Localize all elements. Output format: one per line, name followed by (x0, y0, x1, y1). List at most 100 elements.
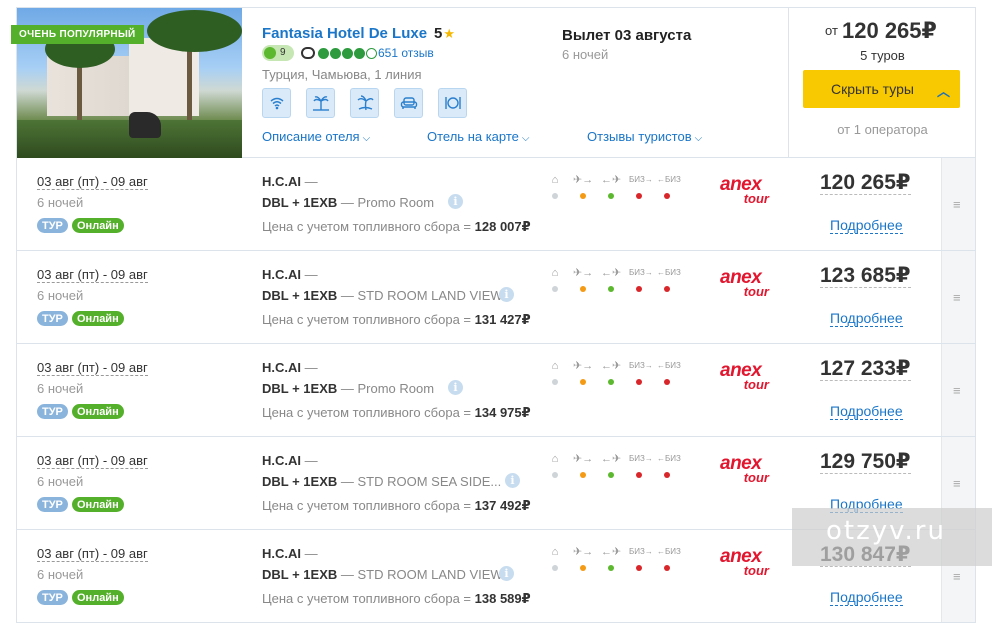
business-there-icon: БИЗ→ (629, 452, 653, 478)
business-back-icon: ←БИЗ (657, 545, 681, 571)
star-icon: ★ (443, 26, 455, 41)
reviews-link[interactable]: 651 отзыв (378, 46, 434, 60)
beach-icon[interactable] (306, 88, 335, 118)
business-back-icon: ←БИЗ (657, 266, 681, 292)
meal-plan: H.C.AI — (262, 546, 318, 561)
home-icon: ⌂ (545, 452, 565, 478)
menu-icon: ≡ (953, 290, 961, 305)
details-link[interactable]: Подробнее (830, 404, 903, 420)
tour-badge: ТУР (37, 590, 68, 605)
fuel-price: Цена с учетом топливного сбора = 134 975… (262, 405, 531, 420)
tour-dates[interactable]: 03 авг (пт) - 09 авг (37, 174, 148, 190)
tour-price[interactable]: 127 233₽ (820, 357, 911, 381)
fuel-price: Цена с учетом топливного сбора = 137 492… (262, 498, 531, 513)
tour-dates[interactable]: 03 авг (пт) - 09 авг (37, 360, 148, 376)
tour-price[interactable]: 129 750₽ (820, 450, 911, 474)
flight-back-icon: ←✈ (601, 173, 621, 199)
online-badge: Онлайн (72, 590, 124, 605)
online-badge: Онлайн (72, 218, 124, 233)
business-there-icon: БИЗ→ (629, 359, 653, 385)
online-badge: Онлайн (72, 497, 124, 512)
room-type: DBL + 1EXB — STD ROOM SEA SIDE... (262, 474, 502, 489)
tours-count: 5 туров (860, 48, 905, 63)
flight-there-icon: ✈→ (573, 545, 593, 571)
operator-logo: anex tour (720, 174, 769, 206)
menu-icon: ≡ (953, 476, 961, 491)
menu-icon: ≡ (953, 383, 961, 398)
operator-logo: anex tour (720, 453, 769, 485)
business-there-icon: БИЗ→ (629, 266, 653, 292)
flight-there-icon: ✈→ (573, 173, 593, 199)
hotel-map-link[interactable]: Отель на карте ⌵ (427, 129, 530, 144)
flight-back-icon: ←✈ (601, 266, 621, 292)
tour-price[interactable]: 120 265₽ (820, 171, 911, 195)
room-type: DBL + 1EXB — STD ROOM LAND VIEW (262, 288, 503, 303)
home-icon: ⌂ (545, 359, 565, 385)
info-icon[interactable]: i (448, 194, 463, 209)
row-menu-handle[interactable]: ≡ (941, 344, 975, 436)
meal-plan: H.C.AI — (262, 174, 318, 189)
business-back-icon: ←БИЗ (657, 173, 681, 199)
business-there-icon: БИЗ→ (629, 545, 653, 571)
hotel-location: Турция, Чамьюва, 1 линия (262, 67, 422, 82)
room-type: DBL + 1EXB — Promo Room (262, 195, 435, 210)
flight-there-icon: ✈→ (573, 452, 593, 478)
tour-nights: 6 ночей (37, 381, 84, 396)
hotel-name-link[interactable]: Fantasia Hotel De Luxe (262, 25, 427, 42)
departure-date: Вылет 03 августа (562, 27, 692, 44)
tour-badge: ТУР (37, 311, 68, 326)
chevron-down-icon: ⌵ (521, 133, 530, 144)
meal-plan: H.C.AI — (262, 267, 318, 282)
palm-icon[interactable] (350, 88, 379, 118)
home-icon: ⌂ (545, 173, 565, 199)
rating-badge[interactable]: 9 (262, 45, 294, 61)
tour-nights: 6 ночей (37, 567, 84, 582)
armchair-icon[interactable] (394, 88, 423, 118)
room-type: DBL + 1EXB — STD ROOM LAND VIEW (262, 567, 503, 582)
online-badge: Онлайн (72, 311, 124, 326)
price-from-label: от (825, 23, 838, 38)
tour-dates[interactable]: 03 авг (пт) - 09 авг (37, 267, 148, 283)
info-icon[interactable]: i (499, 287, 514, 302)
restaurant-icon[interactable] (438, 88, 467, 118)
tourist-reviews-link[interactable]: Отзывы туристов ⌵ (587, 129, 702, 144)
operator-logo: anex tour (720, 546, 769, 578)
meal-plan: H.C.AI — (262, 360, 318, 375)
details-link[interactable]: Подробнее (830, 311, 903, 327)
horse-statue (129, 112, 161, 138)
tour-dates[interactable]: 03 авг (пт) - 09 авг (37, 453, 148, 469)
online-badge: Онлайн (72, 404, 124, 419)
row-menu-handle[interactable]: ≡ (941, 251, 975, 343)
flight-back-icon: ←✈ (601, 452, 621, 478)
wifi-icon[interactable] (262, 88, 291, 118)
smile-icon (264, 47, 276, 59)
details-link[interactable]: Подробнее (830, 218, 903, 234)
min-price: 120 265₽ (842, 18, 937, 43)
price-summary: от 120 265₽ 5 туров Скрыть туры ︿ от 1 оп… (788, 8, 975, 158)
chevron-down-icon: ⌵ (362, 133, 371, 144)
menu-icon: ≡ (953, 569, 961, 584)
tour-price[interactable]: 123 685₽ (820, 264, 911, 288)
departure-nights: 6 ночей (562, 47, 609, 62)
menu-icon: ≡ (953, 197, 961, 212)
row-menu-handle[interactable]: ≡ (941, 158, 975, 250)
details-link[interactable]: Подробнее (830, 590, 903, 606)
operator-logo: anex tour (720, 360, 769, 392)
info-icon[interactable]: i (499, 566, 514, 581)
hide-tours-button[interactable]: Скрыть туры ︿ (803, 70, 960, 108)
flight-there-icon: ✈→ (573, 359, 593, 385)
fuel-price: Цена с учетом топливного сбора = 128 007… (262, 219, 531, 234)
fuel-price: Цена с учетом топливного сбора = 131 427… (262, 312, 531, 327)
hotel-description-link[interactable]: Описание отеля ⌵ (262, 129, 370, 144)
tour-dates[interactable]: 03 авг (пт) - 09 авг (37, 546, 148, 562)
operators-count: от 1 оператора (837, 122, 928, 137)
info-icon[interactable]: i (505, 473, 520, 488)
hotel-stars: 5★ (434, 25, 455, 42)
business-there-icon: БИЗ→ (629, 173, 653, 199)
business-back-icon: ←БИЗ (657, 359, 681, 385)
flight-back-icon: ←✈ (601, 359, 621, 385)
tour-badge: ТУР (37, 404, 68, 419)
info-icon[interactable]: i (448, 380, 463, 395)
chevron-down-icon: ⌵ (694, 133, 703, 144)
watermark: otzyv.ru (792, 508, 992, 566)
